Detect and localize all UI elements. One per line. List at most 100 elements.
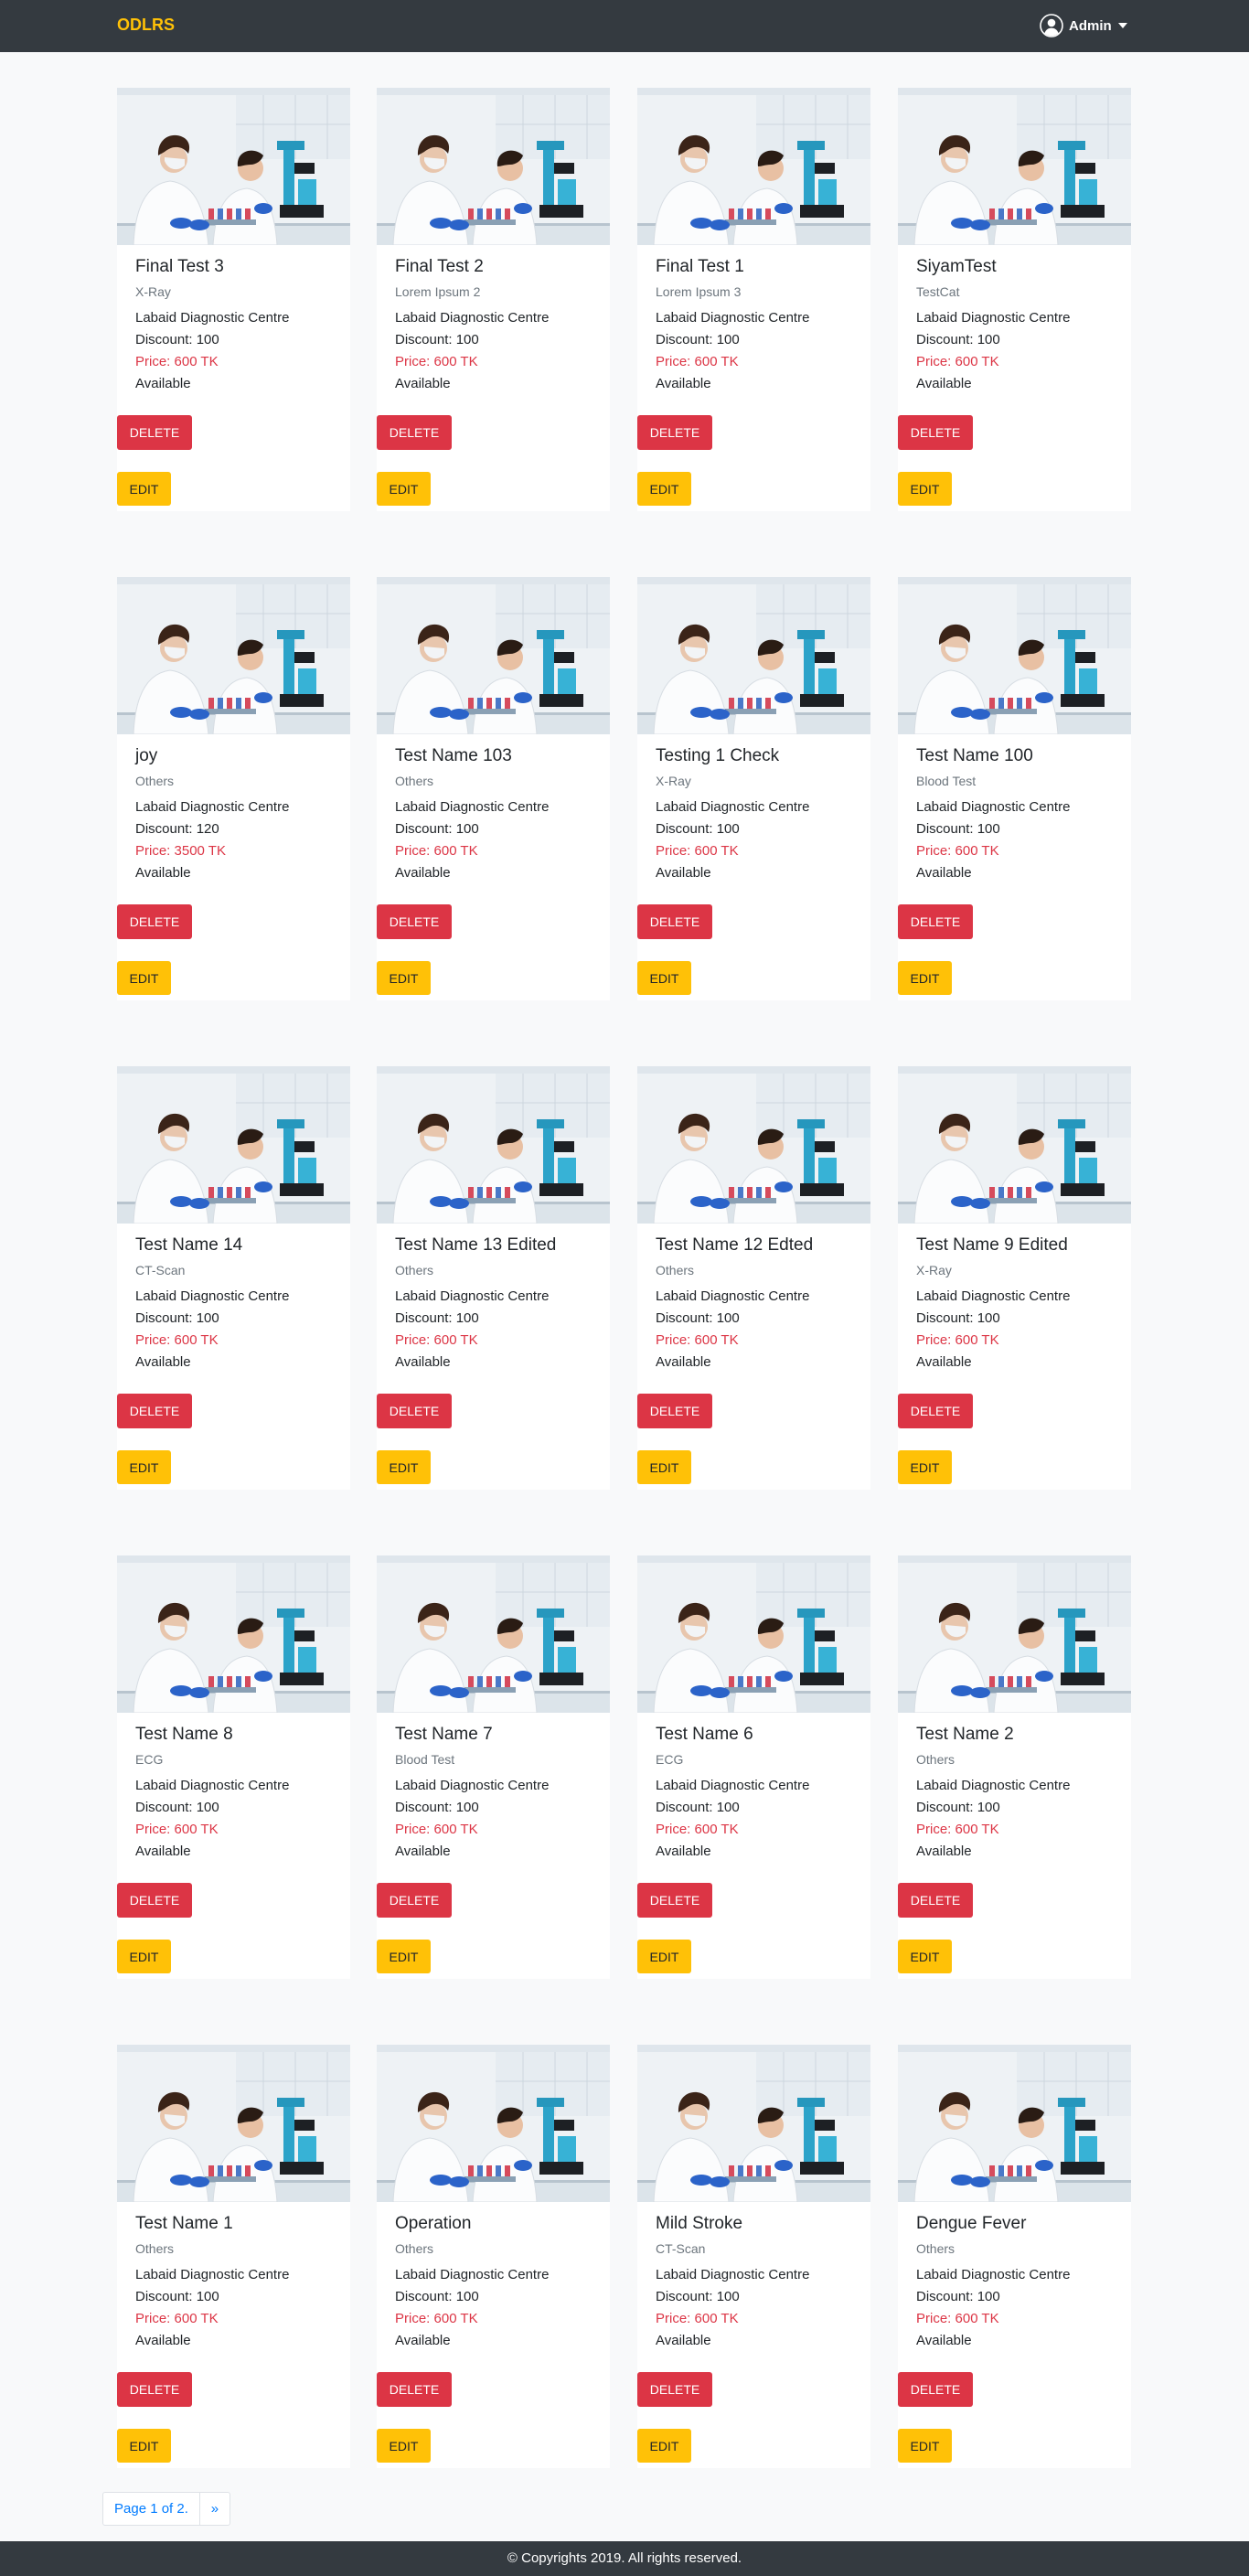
edit-button[interactable]: EDIT	[377, 472, 431, 506]
edit-button[interactable]: EDIT	[117, 472, 171, 506]
lab-scientists-photo	[898, 1555, 1131, 1713]
test-title: Test Name 13 Edited	[395, 1235, 557, 1255]
test-card: Test Name 8 ECG Labaid Diagnostic Centre…	[117, 1555, 350, 1979]
test-status: Available	[395, 865, 451, 881]
delete-button[interactable]: DELETE	[898, 904, 973, 939]
delete-button[interactable]: DELETE	[377, 1394, 452, 1428]
test-discount: Discount: 100	[656, 1800, 740, 1815]
test-price: Price: 600 TK	[135, 2311, 219, 2326]
card-body: Test Name 14 CT-Scan Labaid Diagnostic C…	[117, 1224, 350, 1490]
card-body: Mild Stroke CT-Scan Labaid Diagnostic Ce…	[637, 2202, 870, 2468]
test-card: joy Others Labaid Diagnostic Centre Disc…	[117, 577, 350, 1000]
test-price: Price: 600 TK	[395, 1332, 478, 1348]
test-card: Test Name 2 Others Labaid Diagnostic Cen…	[898, 1555, 1131, 1979]
edit-button[interactable]: EDIT	[637, 472, 691, 506]
test-category: Blood Test	[916, 774, 977, 788]
test-price: Price: 600 TK	[656, 1822, 739, 1837]
page-info[interactable]: Page 1 of 2.	[103, 2493, 200, 2525]
edit-button[interactable]: EDIT	[898, 472, 952, 506]
test-card: Mild Stroke CT-Scan Labaid Diagnostic Ce…	[637, 2045, 870, 2468]
test-card: Test Name 12 Edted Others Labaid Diagnos…	[637, 1066, 870, 1490]
edit-button[interactable]: EDIT	[117, 961, 171, 995]
test-price: Price: 600 TK	[395, 354, 478, 369]
test-discount: Discount: 100	[916, 1800, 1000, 1815]
lab-name: Labaid Diagnostic Centre	[656, 799, 810, 815]
delete-button[interactable]: DELETE	[117, 1394, 192, 1428]
delete-button[interactable]: DELETE	[637, 1394, 712, 1428]
edit-button[interactable]: EDIT	[117, 1450, 171, 1484]
test-discount: Discount: 100	[395, 821, 479, 837]
card-body: Final Test 2 Lorem Ipsum 2 Labaid Diagno…	[377, 245, 610, 511]
edit-button[interactable]: EDIT	[117, 1940, 171, 1973]
lab-scientists-photo	[117, 577, 350, 734]
test-category: X-Ray	[135, 284, 171, 299]
test-category: TestCat	[916, 284, 960, 299]
test-discount: Discount: 100	[395, 2289, 479, 2304]
test-price: Price: 600 TK	[656, 354, 739, 369]
test-category: Blood Test	[395, 1752, 455, 1767]
delete-button[interactable]: DELETE	[898, 2372, 973, 2407]
footer: © Copyrights 2019. All rights reserved.	[0, 2541, 1249, 2576]
lab-name: Labaid Diagnostic Centre	[656, 1778, 810, 1793]
delete-button[interactable]: DELETE	[117, 904, 192, 939]
delete-button[interactable]: DELETE	[637, 904, 712, 939]
delete-button[interactable]: DELETE	[898, 415, 973, 450]
test-status: Available	[656, 1354, 711, 1370]
lab-scientists-photo	[377, 1555, 610, 1713]
edit-button[interactable]: EDIT	[637, 1450, 691, 1484]
test-status: Available	[135, 2333, 191, 2348]
test-status: Available	[656, 2333, 711, 2348]
edit-button[interactable]: EDIT	[637, 961, 691, 995]
test-title: Test Name 14	[135, 1235, 243, 1255]
test-discount: Discount: 100	[395, 332, 479, 347]
test-price: Price: 600 TK	[916, 843, 999, 859]
test-title: Test Name 12 Edted	[656, 1235, 814, 1255]
delete-button[interactable]: DELETE	[377, 904, 452, 939]
edit-button[interactable]: EDIT	[377, 1450, 431, 1484]
delete-button[interactable]: DELETE	[637, 1883, 712, 1918]
edit-button[interactable]: EDIT	[898, 1450, 952, 1484]
delete-button[interactable]: DELETE	[377, 1883, 452, 1918]
test-discount: Discount: 100	[135, 332, 219, 347]
test-price: Price: 600 TK	[916, 2311, 999, 2326]
lab-scientists-photo	[117, 2045, 350, 2202]
lab-name: Labaid Diagnostic Centre	[656, 1288, 810, 1304]
edit-button[interactable]: EDIT	[377, 2429, 431, 2463]
test-status: Available	[135, 865, 191, 881]
delete-button[interactable]: DELETE	[377, 2372, 452, 2407]
test-price: Price: 600 TK	[916, 1332, 999, 1348]
test-discount: Discount: 100	[656, 332, 740, 347]
edit-button[interactable]: EDIT	[637, 2429, 691, 2463]
test-status: Available	[656, 865, 711, 881]
next-page-link[interactable]: »	[200, 2493, 230, 2525]
delete-button[interactable]: DELETE	[898, 1883, 973, 1918]
test-discount: Discount: 100	[916, 821, 1000, 837]
test-discount: Discount: 120	[135, 821, 219, 837]
delete-button[interactable]: DELETE	[117, 2372, 192, 2407]
delete-button[interactable]: DELETE	[377, 415, 452, 450]
delete-button[interactable]: DELETE	[637, 2372, 712, 2407]
edit-button[interactable]: EDIT	[377, 961, 431, 995]
edit-button[interactable]: EDIT	[898, 1940, 952, 1973]
test-status: Available	[395, 1354, 451, 1370]
test-title: Testing 1 Check	[656, 746, 780, 765]
edit-button[interactable]: EDIT	[117, 2429, 171, 2463]
test-status: Available	[395, 2333, 451, 2348]
delete-button[interactable]: DELETE	[117, 1883, 192, 1918]
delete-button[interactable]: DELETE	[637, 415, 712, 450]
delete-button[interactable]: DELETE	[898, 1394, 973, 1428]
test-discount: Discount: 100	[916, 1310, 1000, 1326]
test-title: Test Name 8	[135, 1725, 233, 1744]
delete-button[interactable]: DELETE	[117, 415, 192, 450]
test-category: Others	[916, 1752, 955, 1767]
test-category: Others	[395, 2241, 434, 2256]
edit-button[interactable]: EDIT	[637, 1940, 691, 1973]
test-discount: Discount: 100	[656, 2289, 740, 2304]
test-category: Lorem Ipsum 2	[395, 284, 481, 299]
test-card: Final Test 1 Lorem Ipsum 3 Labaid Diagno…	[637, 88, 870, 511]
edit-button[interactable]: EDIT	[377, 1940, 431, 1973]
pagination: Page 1 of 2. »	[102, 2492, 230, 2526]
edit-button[interactable]: EDIT	[898, 2429, 952, 2463]
test-title: Final Test 2	[395, 257, 484, 276]
edit-button[interactable]: EDIT	[898, 961, 952, 995]
